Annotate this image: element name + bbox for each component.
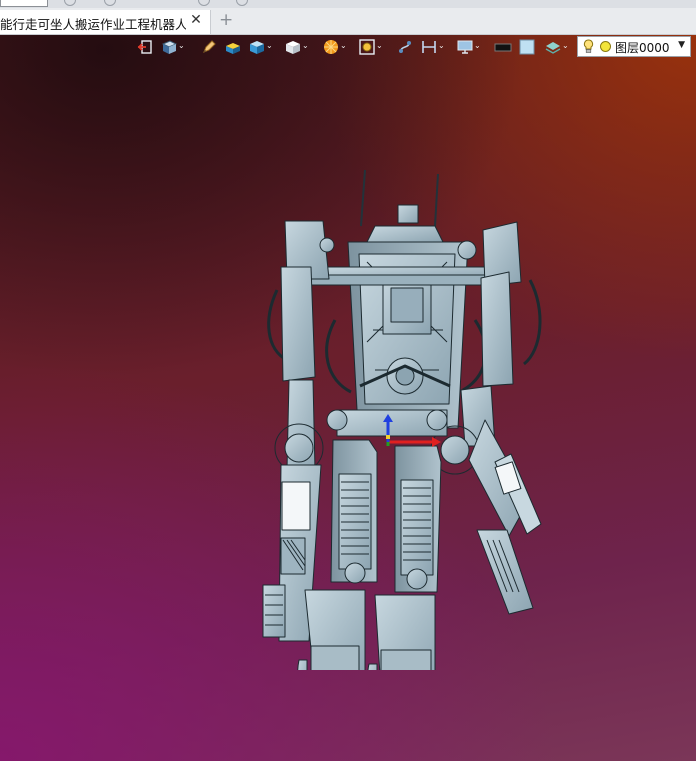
quick-access-icon[interactable] [198, 0, 210, 6]
document-tab-title: 能行走可坐人搬运作业工程机器人] [0, 17, 186, 32]
chevron-down-icon[interactable]: ⌄ [266, 41, 273, 50]
lightbulb-icon[interactable] [583, 39, 594, 54]
zoom-fit-icon[interactable]: ⌄ [356, 36, 386, 58]
dimension-icon[interactable]: ⌄ [418, 36, 448, 58]
view-style-icon[interactable]: ⌄ [158, 36, 188, 58]
chevron-down-icon[interactable]: ⌄ [340, 41, 347, 50]
quick-access-icon[interactable] [236, 0, 248, 6]
layers-stack-icon[interactable]: ⌄ [542, 36, 572, 58]
chevron-down-icon[interactable]: ⌄ [302, 41, 309, 50]
render-mode-icon[interactable] [222, 36, 244, 58]
pencil-icon[interactable] [198, 36, 218, 58]
chevron-down-icon[interactable]: ▼ [678, 40, 685, 50]
3d-viewport[interactable]: ⌄ ⌄ ⌄ ⌄ ⌄ ⌄ ⌄ ⌄ 图层0000 ▼ [0, 35, 696, 761]
layer-select[interactable]: 图层0000 ▼ [577, 36, 691, 57]
document-tab-bar: 能行走可坐人搬运作业工程机器人] ✕ + [0, 8, 696, 35]
title-bar [0, 0, 696, 8]
chevron-down-icon[interactable]: ⌄ [376, 41, 383, 50]
layer-name: 图层0000 [615, 41, 670, 55]
chevron-down-icon[interactable]: ⌄ [474, 41, 481, 50]
chevron-down-icon[interactable]: ⌄ [178, 41, 185, 50]
light-blue-square-icon[interactable] [516, 36, 536, 58]
color-wheel-icon[interactable]: ⌄ [320, 36, 350, 58]
new-tab-icon[interactable]: + [219, 11, 233, 29]
connect-icon[interactable] [394, 36, 414, 58]
shaded-cube-icon[interactable]: ⌄ [246, 36, 276, 58]
quick-access-icon[interactable] [104, 0, 116, 6]
black-rectangle-icon[interactable] [492, 36, 512, 58]
chevron-down-icon[interactable]: ⌄ [562, 41, 569, 50]
layer-color-dot [600, 41, 611, 52]
view-cube-icon[interactable]: ⌄ [282, 36, 312, 58]
monitor-icon[interactable]: ⌄ [454, 36, 484, 58]
quick-access-icon[interactable] [64, 0, 76, 6]
exit-icon[interactable] [134, 36, 154, 58]
document-tab[interactable]: 能行走可坐人搬运作业工程机器人] ✕ [0, 10, 211, 34]
quick-input-field[interactable] [0, 0, 48, 7]
robot-model[interactable] [255, 130, 555, 670]
close-tab-icon[interactable]: ✕ [188, 12, 204, 30]
chevron-down-icon[interactable]: ⌄ [438, 41, 445, 50]
